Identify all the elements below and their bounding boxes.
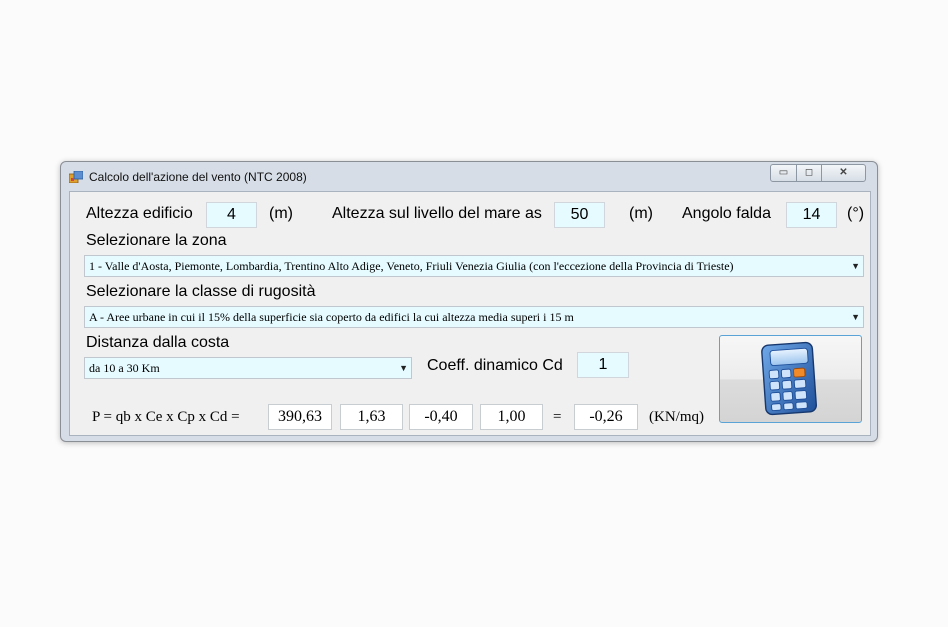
- coeff-dinamico-label: Coeff. dinamico Cd: [427, 357, 563, 374]
- maximize-button[interactable]: ◻: [796, 164, 822, 182]
- calculator-icon: [761, 341, 817, 416]
- form-area: Altezza edificio 4 (m) Altezza sul livel…: [69, 191, 871, 436]
- altezza-mare-unit: (m): [629, 205, 653, 222]
- zona-label: Selezionare la zona: [86, 232, 227, 249]
- qb-value[interactable]: 390,63: [268, 404, 332, 430]
- calculate-button[interactable]: [719, 335, 862, 423]
- ce-value[interactable]: 1,63: [340, 404, 403, 430]
- coeff-dinamico-input[interactable]: 1: [577, 352, 629, 378]
- rugosita-label: Selezionare la classe di rugosità: [86, 283, 316, 300]
- chevron-down-icon[interactable]: ▼: [851, 256, 860, 276]
- zona-selected-value: 1 - Valle d'Aosta, Piemonte, Lombardia, …: [89, 259, 734, 273]
- close-button[interactable]: ✕: [821, 164, 866, 182]
- window-title: Calcolo dell'azione del vento (NTC 2008): [89, 170, 307, 184]
- minimize-button[interactable]: ▭: [770, 164, 797, 182]
- angolo-falda-unit: (°): [847, 205, 865, 222]
- distanza-costa-label: Distanza dalla costa: [86, 334, 230, 351]
- angolo-falda-label: Angolo falda: [682, 205, 771, 222]
- distanza-costa-selected-value: da 10 a 30 Km: [89, 361, 160, 375]
- cd-value[interactable]: 1,00: [480, 404, 543, 430]
- chevron-down-icon[interactable]: ▼: [851, 307, 860, 327]
- equals-sign: =: [553, 409, 562, 425]
- altezza-edificio-label: Altezza edificio: [86, 205, 193, 222]
- rugosita-select[interactable]: A - Aree urbane in cui il 15% della supe…: [84, 306, 864, 328]
- zona-select[interactable]: 1 - Valle d'Aosta, Piemonte, Lombardia, …: [84, 255, 864, 277]
- distanza-costa-select[interactable]: da 10 a 30 Km ▼: [84, 357, 412, 379]
- main-window: Calcolo dell'azione del vento (NTC 2008)…: [60, 161, 878, 442]
- app-window-icon: [69, 171, 83, 183]
- cp-value[interactable]: -0,40: [409, 404, 473, 430]
- rugosita-selected-value: A - Aree urbane in cui il 15% della supe…: [89, 310, 574, 324]
- title-bar[interactable]: Calcolo dell'azione del vento (NTC 2008)…: [61, 162, 877, 190]
- altezza-edificio-unit: (m): [269, 205, 293, 222]
- altezza-mare-input[interactable]: 50: [554, 202, 605, 228]
- altezza-edificio-input[interactable]: 4: [206, 202, 257, 228]
- altezza-mare-label: Altezza sul livello del mare as: [332, 205, 542, 222]
- result-unit: (KN/mq): [649, 409, 704, 425]
- angolo-falda-input[interactable]: 14: [786, 202, 837, 228]
- result-value[interactable]: -0,26: [574, 404, 638, 430]
- chevron-down-icon[interactable]: ▼: [399, 358, 408, 378]
- formula-label: P = qb x Ce x Cp x Cd =: [92, 409, 240, 425]
